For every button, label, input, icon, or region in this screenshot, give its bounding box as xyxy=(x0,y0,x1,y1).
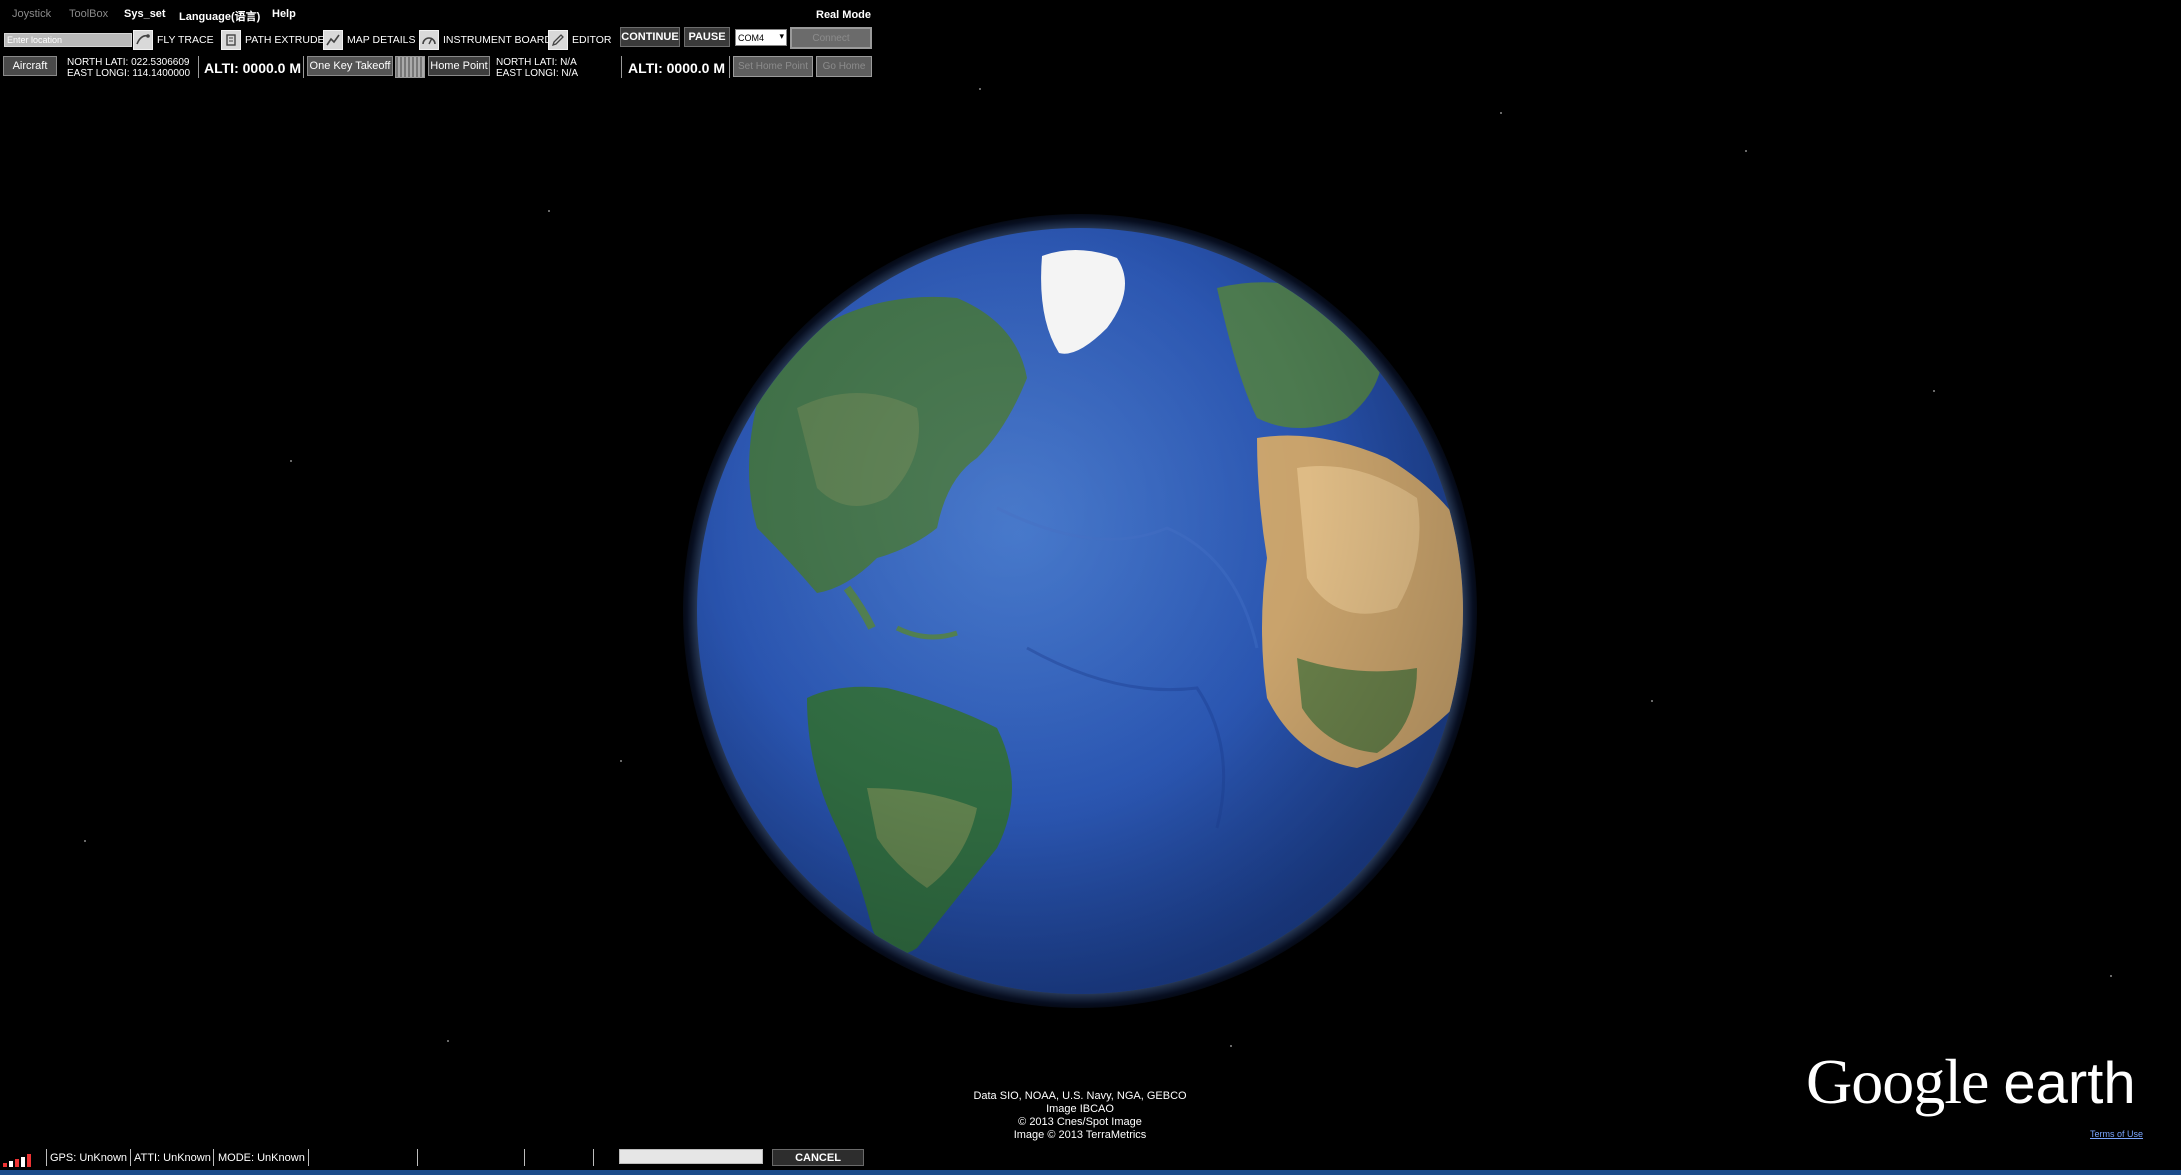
menu-toolbox[interactable]: ToolBox xyxy=(69,8,108,20)
star xyxy=(1745,150,1747,152)
divider xyxy=(593,1149,594,1166)
star xyxy=(290,460,292,462)
divider xyxy=(130,1149,131,1166)
cancel-button[interactable]: CANCEL xyxy=(772,1149,864,1166)
divider xyxy=(621,56,622,78)
divider xyxy=(46,1149,47,1166)
gps-status: GPS: UnKnown xyxy=(50,1152,128,1164)
set-home-point-button[interactable]: Set Home Point xyxy=(733,56,813,77)
chevron-down-icon: ▾ xyxy=(779,31,784,41)
earth-globe-view[interactable] xyxy=(683,214,1477,1008)
divider xyxy=(417,1149,418,1166)
star xyxy=(620,760,622,762)
divider xyxy=(213,1149,214,1166)
signal-strength-icon xyxy=(3,1152,41,1167)
instrument-board-label: INSTRUMENT BOARD xyxy=(443,34,552,46)
fly-trace-toggle[interactable]: FLY TRACE xyxy=(133,29,214,51)
map-details-icon xyxy=(323,30,343,50)
home-north-lati: NORTH LATI: N/A xyxy=(496,57,577,68)
star xyxy=(1933,390,1935,392)
aircraft-button[interactable]: Aircraft xyxy=(3,56,57,76)
fly-trace-icon xyxy=(133,30,153,50)
star xyxy=(447,1040,449,1042)
earth-globe[interactable] xyxy=(697,228,1463,994)
path-extrude-icon xyxy=(221,30,241,50)
menu-language[interactable]: Language(语言) xyxy=(179,8,260,24)
logo-google: Google xyxy=(1806,1046,1989,1117)
attribution-line: Data SIO, NOAA, U.S. Navy, NGA, GEBCO xyxy=(973,1090,1187,1102)
pause-button[interactable]: PAUSE xyxy=(684,27,730,47)
menu-sys-set[interactable]: Sys_set xyxy=(124,8,166,20)
fly-trace-label: FLY TRACE xyxy=(157,34,214,46)
home-point-button[interactable]: Home Point xyxy=(428,56,490,76)
menu-help[interactable]: Help xyxy=(272,8,296,20)
map-attribution: Data SIO, NOAA, U.S. Navy, NGA, GEBCO Im… xyxy=(930,1090,1230,1142)
star xyxy=(1230,1045,1232,1047)
mode-indicator: Real Mode xyxy=(816,9,872,21)
takeoff-slider-handle[interactable] xyxy=(395,56,425,78)
google-earth-logo: Google earth xyxy=(1806,1045,2136,1119)
continue-button[interactable]: CONTINUE xyxy=(620,27,680,47)
mode-status: MODE: UnKnown xyxy=(218,1152,305,1164)
path-extrude-label: PATH EXTRUDE xyxy=(245,34,325,46)
star xyxy=(1500,112,1502,114)
aircraft-north-lati: NORTH LATI: 022.5306609 xyxy=(67,57,190,68)
menu-bar: Joystick ToolBox Sys_set Language(语言) He… xyxy=(0,0,880,28)
star xyxy=(2110,975,2112,977)
path-extrude-toggle[interactable]: PATH EXTRUDE xyxy=(221,29,325,51)
one-key-takeoff-button[interactable]: One Key Takeoff xyxy=(307,56,393,76)
attribution-line: Image IBCAO xyxy=(1046,1103,1114,1115)
divider xyxy=(198,56,199,78)
divider xyxy=(729,56,730,78)
home-altitude: ALTI: 0000.0 M xyxy=(628,60,725,76)
connect-button[interactable]: Connect xyxy=(790,27,872,49)
editor-toggle[interactable]: EDITOR xyxy=(548,29,611,51)
terms-of-use-link[interactable]: Terms of Use xyxy=(2090,1129,2143,1139)
star xyxy=(979,88,981,90)
com-port-select[interactable]: COM4 ▾ xyxy=(735,29,787,46)
divider xyxy=(308,1149,309,1166)
globe-shading xyxy=(697,228,1463,994)
atti-status: ATTI: UnKnown xyxy=(134,1152,211,1164)
google-earth-ground-station: Joystick ToolBox Sys_set Language(语言) He… xyxy=(0,0,2181,1175)
map-details-toggle[interactable]: MAP DETAILS xyxy=(323,29,415,51)
star xyxy=(84,840,86,842)
status-progress-field xyxy=(619,1149,763,1164)
star xyxy=(548,210,550,212)
home-east-longi: EAST LONGI: N/A xyxy=(496,68,579,79)
menu-joystick[interactable]: Joystick xyxy=(12,8,51,20)
location-search-input[interactable] xyxy=(4,33,132,47)
editor-icon xyxy=(548,30,568,50)
divider xyxy=(303,56,304,78)
aircraft-altitude: ALTI: 0000.0 M xyxy=(204,60,301,76)
instrument-board-toggle[interactable]: INSTRUMENT BOARD xyxy=(419,29,552,51)
instrument-board-icon xyxy=(419,30,439,50)
window-bottom-strip xyxy=(0,1170,2181,1175)
star xyxy=(1651,700,1653,702)
attribution-line: © 2013 Cnes/Spot Image xyxy=(1018,1116,1142,1128)
divider xyxy=(524,1149,525,1166)
aircraft-east-longi: EAST LONGI: 114.1400000 xyxy=(67,68,191,79)
map-details-label: MAP DETAILS xyxy=(347,34,416,46)
attribution-line: Image © 2013 TerraMetrics xyxy=(1013,1129,1147,1141)
go-home-button[interactable]: Go Home xyxy=(816,56,872,77)
logo-earth: earth xyxy=(2003,1051,2136,1116)
editor-label: EDITOR xyxy=(572,34,612,46)
com-port-value: COM4 xyxy=(738,32,765,43)
